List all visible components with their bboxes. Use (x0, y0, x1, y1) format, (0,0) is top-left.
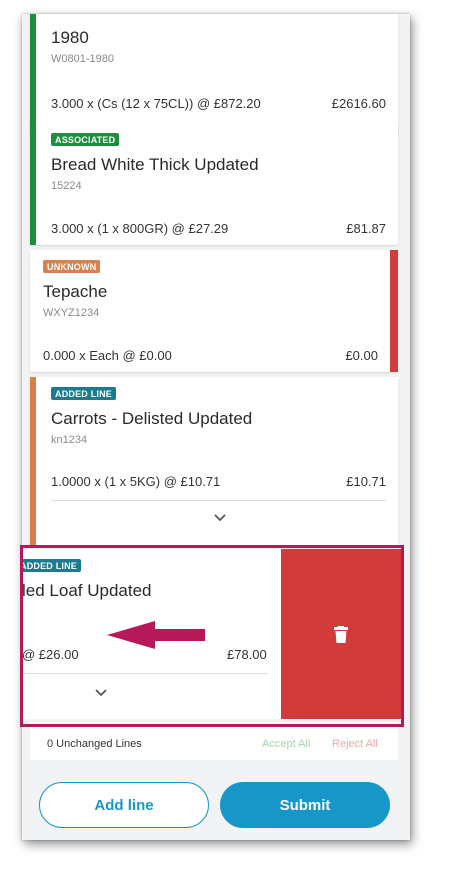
reject-all-link[interactable]: Reject All (332, 738, 378, 750)
line-card[interactable]: ASSOCIATED Bread White Thick Updated 152… (30, 123, 398, 245)
line-code: W0801-1980 (51, 53, 114, 65)
line-title: Tepache (43, 282, 108, 301)
line-quantity: @ £26.00 (22, 647, 79, 662)
status-bar-accepted (30, 123, 36, 245)
status-badge: ADDED LINE (22, 559, 82, 572)
accept-all-link[interactable]: Accept All (262, 738, 310, 750)
divider (22, 673, 268, 674)
line-title: 1980 (51, 28, 89, 47)
line-quantity: 3.000 x (1 x 800GR) @ £27.29 (51, 221, 229, 236)
unchanged-lines-label: 0 Unchanged Lines (47, 738, 142, 750)
summary-row: 0 Unchanged Lines Accept All Reject All (30, 722, 398, 760)
line-total: £2616.60 (331, 96, 386, 111)
line-quantity: 3.000 x (Cs (12 x 75CL)) @ £872.20 (51, 96, 261, 111)
line-quantity: 0.000 x Each @ £0.00 (43, 348, 172, 363)
line-total: £81.87 (346, 221, 386, 236)
chevron-down-icon[interactable] (93, 688, 109, 698)
line-title: led Loaf Updated (22, 581, 152, 600)
line-total: £10.71 (346, 474, 386, 489)
delete-line-button[interactable] (281, 549, 402, 719)
line-title: Carrots - Delisted Updated (51, 409, 253, 428)
add-line-button[interactable]: Add line (39, 782, 209, 828)
status-bar-rejected (390, 250, 398, 372)
line-code: kn1234 (51, 434, 88, 446)
line-card[interactable]: ADDED LINE Carrots - Delisted Updated kn… (30, 377, 398, 547)
status-badge: ASSOCIATED (51, 133, 120, 146)
chevron-down-icon[interactable] (212, 513, 228, 523)
line-total: £0.00 (345, 348, 378, 363)
phone-screen: 1980 W0801-1980 3.000 x (Cs (12 x 75CL))… (22, 14, 410, 840)
left-arrow-icon (107, 621, 205, 649)
line-card-swiped[interactable]: ADDED LINE led Loaf Updated @ £26.00 £78… (22, 549, 402, 719)
line-title: Bread White Thick Updated (51, 155, 259, 174)
status-bar-pending (30, 377, 36, 547)
line-total: £78.00 (227, 647, 267, 662)
trash-icon (334, 626, 348, 643)
status-bar-accepted (30, 14, 36, 134)
submit-button[interactable]: Submit (220, 782, 390, 828)
status-badge: UNKNOWN (43, 260, 101, 273)
divider (51, 500, 386, 501)
line-card[interactable]: UNKNOWN Tepache WXYZ1234 0.000 x Each @ … (30, 250, 398, 372)
line-quantity: 1.0000 x (1 x 5KG) @ £10.71 (51, 474, 221, 489)
line-code: 15224 (51, 180, 82, 192)
line-card[interactable]: 1980 W0801-1980 3.000 x (Cs (12 x 75CL))… (30, 14, 398, 134)
line-code: WXYZ1234 (43, 307, 100, 319)
status-badge: ADDED LINE (51, 387, 117, 400)
